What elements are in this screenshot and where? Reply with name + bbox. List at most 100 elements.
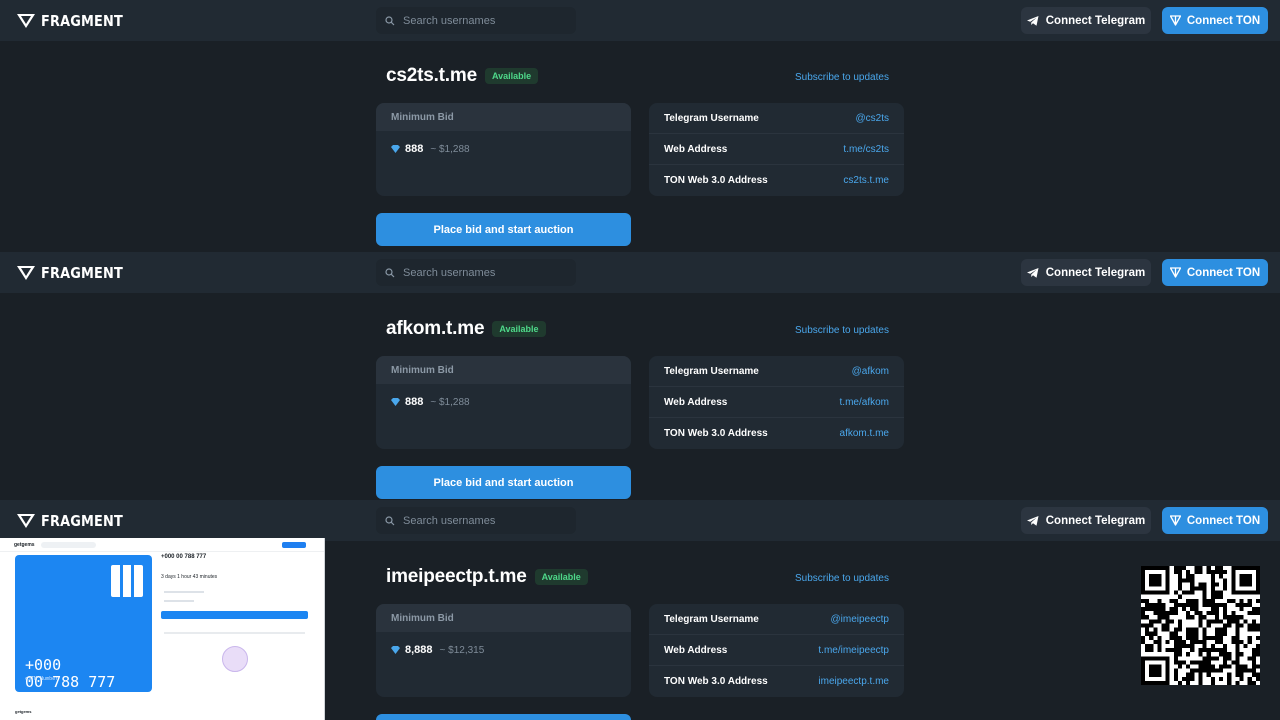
minimum-bid-label: Minimum Bid: [376, 356, 631, 384]
info-value-link[interactable]: t.me/cs2ts: [843, 144, 889, 155]
fragment-card-logo-icon: [111, 565, 143, 597]
connect-telegram-button[interactable]: Connect Telegram: [1021, 507, 1151, 534]
fragment-logo[interactable]: FRAGMENT: [17, 263, 136, 283]
bid-usd: ~ $1,288: [430, 143, 470, 155]
info-value-link[interactable]: t.me/afkom: [840, 397, 889, 408]
fragment-logo-icon: [17, 14, 35, 28]
info-label: Web Address: [664, 143, 728, 155]
qr-code: [1141, 566, 1260, 685]
username-title: cs2ts.t.me: [386, 65, 477, 86]
info-row-ton-address: TON Web 3.0 Address cs2ts.t.me: [649, 165, 904, 196]
thumbnail-title: +000 00 788 777: [161, 554, 207, 560]
fragment-logo-icon: [17, 266, 35, 280]
brand-name: FRAGMENT: [41, 512, 123, 530]
connect-ton-label: Connect TON: [1186, 266, 1261, 279]
bid-amount: 888: [405, 143, 424, 155]
info-row-web-address: Web Address t.me/afkom: [649, 387, 904, 418]
connect-ton-button[interactable]: Connect TON: [1162, 259, 1268, 286]
card-caption: cSTM Number: [25, 676, 59, 682]
info-row-web-address: Web Address t.me/imeipeectp: [649, 635, 904, 666]
info-label: TON Web 3.0 Address: [664, 676, 768, 687]
thumbnail-top-bar: getgems: [0, 538, 324, 552]
fragment-logo-icon: [17, 514, 35, 528]
connect-ton-label: Connect TON: [1186, 14, 1261, 27]
screenshot-stage: FRAGMENT Connect Telegram Connect TON cs…: [0, 0, 1280, 720]
info-value-link[interactable]: afkom.t.me: [840, 428, 889, 439]
search-input[interactable]: [403, 266, 563, 279]
brand-name: FRAGMENT: [41, 264, 123, 282]
minimum-bid-card: Minimum Bid 888 ~ $1,288: [376, 356, 631, 449]
thumbnail-illustration: [222, 646, 248, 672]
place-bid-button[interactable]: [376, 714, 631, 720]
fragment-logo[interactable]: FRAGMENT: [17, 511, 136, 531]
username-title: afkom.t.me: [386, 318, 485, 339]
connect-telegram-label: Connect Telegram: [1045, 266, 1146, 279]
thumbnail-bid-button: [161, 611, 308, 619]
top-bar: FRAGMENT Connect Telegram Connect TON: [0, 252, 1280, 293]
card-number-line-1: +000: [25, 656, 62, 674]
minimum-bid-label: Minimum Bid: [376, 604, 631, 632]
info-label: TON Web 3.0 Address: [664, 175, 768, 186]
info-value-link[interactable]: @cs2ts: [856, 113, 890, 124]
subscribe-link[interactable]: Subscribe to updates: [795, 325, 889, 336]
auction-title-row: cs2ts.t.me Available: [386, 65, 539, 87]
search-input[interactable]: [403, 14, 563, 27]
bid-value-row: 888 ~ $1,288: [391, 143, 470, 155]
connect-ton-button[interactable]: Connect TON: [1162, 507, 1268, 534]
info-row-telegram-username: Telegram Username @afkom: [649, 356, 904, 387]
place-bid-button[interactable]: Place bid and start auction: [376, 213, 631, 246]
search-box[interactable]: [376, 7, 576, 34]
place-bid-button[interactable]: Place bid and start auction: [376, 466, 631, 499]
info-value-link[interactable]: imeipeectp.t.me: [818, 676, 889, 687]
bid-usd: ~ $1,288: [430, 396, 470, 408]
ton-icon: [1169, 515, 1181, 526]
info-label: Telegram Username: [664, 613, 759, 625]
connect-telegram-button[interactable]: Connect Telegram: [1021, 7, 1151, 34]
info-row-web-address: Web Address t.me/cs2ts: [649, 134, 904, 165]
bid-value-row: 8,888 ~ $12,315: [391, 644, 484, 656]
connect-telegram-button[interactable]: Connect Telegram: [1021, 259, 1151, 286]
bid-amount: 888: [405, 396, 424, 408]
connect-ton-button[interactable]: Connect TON: [1162, 7, 1268, 34]
info-row-telegram-username: Telegram Username @imeipeectp: [649, 604, 904, 635]
info-row-telegram-username: Telegram Username @cs2ts: [649, 103, 904, 134]
search-box[interactable]: [376, 259, 576, 286]
username-info-card: Telegram Username @afkom Web Address t.m…: [649, 356, 904, 449]
auction-title-row: afkom.t.me Available: [386, 318, 546, 340]
search-input[interactable]: [403, 514, 563, 527]
fragment-logo[interactable]: FRAGMENT: [17, 11, 136, 31]
telegram-icon: [1026, 515, 1039, 526]
ton-diamond-icon: [391, 646, 400, 654]
connect-telegram-label: Connect Telegram: [1045, 14, 1146, 27]
info-value-link[interactable]: t.me/imeipeectp: [818, 645, 889, 656]
search-icon: [385, 515, 395, 525]
info-row-ton-address: TON Web 3.0 Address afkom.t.me: [649, 418, 904, 449]
subscribe-link[interactable]: Subscribe to updates: [795, 72, 889, 83]
status-badge: Available: [484, 68, 539, 84]
thumbnail-time-left: 3 days 1 hour 43 minutes: [161, 574, 218, 580]
bid-amount: 8,888: [405, 644, 433, 656]
thumbnail-search: [40, 541, 96, 548]
info-label: Telegram Username: [664, 112, 759, 124]
info-value-link[interactable]: cs2ts.t.me: [843, 175, 889, 186]
auction-panel-2: FRAGMENT Connect Telegram Connect TON af…: [0, 252, 1280, 500]
bid-usd: ~ $12,315: [439, 644, 485, 656]
search-box[interactable]: [376, 507, 576, 534]
connect-telegram-label: Connect Telegram: [1045, 514, 1146, 527]
brand-name: FRAGMENT: [41, 12, 123, 30]
ton-icon: [1169, 267, 1181, 278]
minimum-bid-label: Minimum Bid: [376, 103, 631, 131]
telegram-icon: [1026, 267, 1039, 278]
info-value-link[interactable]: @afkom: [852, 366, 889, 377]
status-badge: Available: [492, 321, 546, 337]
status-badge: Available: [534, 569, 588, 585]
getgems-logo: getgems: [14, 541, 35, 548]
info-value-link[interactable]: @imeipeectp: [830, 614, 889, 625]
bid-value-row: 888 ~ $1,288: [391, 396, 470, 408]
ton-diamond-icon: [391, 398, 400, 406]
username-title: imeipeectp.t.me: [386, 566, 527, 587]
ton-icon: [1169, 15, 1181, 26]
subscribe-link[interactable]: Subscribe to updates: [795, 573, 889, 584]
thumbnail-connect-button: [282, 541, 306, 548]
username-info-card: Telegram Username @cs2ts Web Address t.m…: [649, 103, 904, 196]
